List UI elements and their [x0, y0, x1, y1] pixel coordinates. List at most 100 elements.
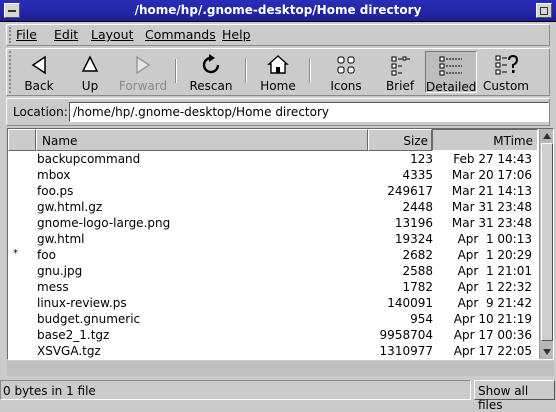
- detailed-view-icon: [439, 56, 462, 76]
- refresh-icon: [202, 54, 220, 74]
- table-row[interactable]: gnu.jpg 2588 Apr 1 21:01: [8, 264, 538, 280]
- file-name: base2_1.tgz: [37, 328, 110, 342]
- detailed-view-button[interactable]: Detailed: [425, 51, 477, 94]
- file-mtime: Mar 20 17:06: [451, 168, 532, 182]
- menu-edit[interactable]: Edit: [54, 27, 78, 42]
- file-size: 2682: [402, 248, 433, 262]
- file-size: 4335: [402, 168, 433, 182]
- file-size: 2448: [402, 200, 433, 214]
- file-name: gw.html.gz: [37, 200, 103, 214]
- file-name: gnu.jpg: [37, 264, 83, 278]
- table-row[interactable]: linux-review.ps 140091 Apr 9 21:42: [8, 296, 538, 312]
- table-row[interactable]: mess 1782 Apr 1 22:32: [8, 280, 538, 296]
- table-row[interactable]: foo.ps 249617 Mar 21 14:13: [8, 184, 538, 200]
- list-header: Name Size MTime: [8, 129, 538, 151]
- file-mtime: Apr 9 21:42: [457, 296, 532, 310]
- file-size: 13196: [394, 216, 433, 230]
- table-row[interactable]: * foo 2682 Apr 1 20:29: [8, 248, 538, 264]
- maximize-button[interactable]: [536, 3, 552, 18]
- custom-view-button[interactable]: Custom: [479, 51, 533, 93]
- column-header-name[interactable]: Name: [36, 129, 368, 151]
- file-name: linux-review.ps: [37, 296, 127, 310]
- menubar-grip-handle[interactable]: [9, 27, 15, 43]
- right-arrow-icon: [136, 55, 151, 75]
- file-name: budget.gnumeric: [37, 312, 141, 326]
- status-text: 0 bytes in 1 file: [0, 380, 471, 400]
- file-mtime: Apr 1 21:01: [457, 264, 532, 278]
- menu-help[interactable]: Help: [222, 27, 251, 42]
- toolbar-separator: [175, 59, 177, 83]
- home-icon: [267, 55, 289, 74]
- toolbar-separator: [309, 59, 311, 83]
- file-mtime: Apr 1 20:29: [457, 248, 532, 262]
- vertical-scrollbar[interactable]: [539, 129, 553, 359]
- file-manager-window: /home/hp/.gnome-desktop/Home directory F…: [0, 0, 556, 412]
- location-bar: Location:: [6, 98, 550, 126]
- file-size: 19324: [394, 232, 433, 246]
- toolbar-separator: [245, 59, 247, 83]
- column-header-mtime[interactable]: MTime: [432, 129, 538, 151]
- table-row[interactable]: mbox 4335 Mar 20 17:06: [8, 168, 538, 184]
- file-size: 9958704: [379, 328, 433, 342]
- file-mtime: Apr 10 21:19: [453, 312, 532, 326]
- up-button[interactable]: Up: [67, 51, 113, 93]
- file-size: 1310977: [379, 344, 433, 358]
- table-row[interactable]: backupcommand 123 Feb 27 14:43: [8, 152, 538, 168]
- table-row[interactable]: base2_1.tgz 9958704 Apr 17 00:36: [8, 328, 538, 344]
- forward-button[interactable]: Forward: [115, 51, 171, 93]
- rescan-button[interactable]: Rescan: [183, 51, 239, 93]
- file-name: backupcommand: [37, 152, 141, 166]
- brief-view-icon: [391, 56, 410, 76]
- file-name: XSVGA.tgz: [37, 344, 101, 358]
- file-mtime: Apr 1 00:13: [457, 232, 532, 246]
- file-list[interactable]: Name Size MTime backupcommand 123 Feb 27 1…: [7, 128, 554, 360]
- column-header-mark[interactable]: [8, 129, 36, 151]
- title-bar[interactable]: /home/hp/.gnome-desktop/Home directory: [0, 0, 556, 22]
- status-bar: 0 bytes in 1 file Show all files: [0, 379, 556, 412]
- file-mtime: Mar 21 14:13: [451, 184, 532, 198]
- scroll-down-arrow-icon[interactable]: [543, 349, 551, 355]
- column-header-size[interactable]: Size: [368, 129, 432, 151]
- brief-view-button[interactable]: Brief: [375, 51, 425, 93]
- scrollbar-thumb[interactable]: [541, 143, 553, 341]
- horizontal-scroll-area: [7, 361, 554, 376]
- file-mtime: Feb 27 14:43: [453, 152, 532, 166]
- show-all-files-button[interactable]: Show all files: [474, 380, 555, 412]
- file-mtime: Apr 17 00:36: [453, 328, 532, 342]
- left-arrow-icon: [31, 55, 46, 75]
- file-size: 1782: [402, 280, 433, 294]
- icons-view-icon: [337, 56, 355, 74]
- file-mtime: Apr 17 22:05: [453, 344, 532, 358]
- file-mtime: Apr 1 22:32: [457, 280, 532, 294]
- file-name: mbox: [37, 168, 71, 182]
- file-size: 954: [410, 312, 433, 326]
- icons-view-button[interactable]: Icons: [319, 51, 373, 93]
- row-mark: *: [13, 248, 18, 259]
- table-row[interactable]: XSVGA.tgz 1310977 Apr 17 22:05: [8, 344, 538, 359]
- menu-commands[interactable]: Commands: [145, 27, 216, 42]
- file-name: gw.html: [37, 232, 85, 246]
- file-name: mess: [37, 280, 69, 294]
- table-row[interactable]: budget.gnumeric 954 Apr 10 21:19: [8, 312, 538, 328]
- file-size: 2588: [402, 264, 433, 278]
- file-mtime: Mar 31 23:48: [451, 200, 532, 214]
- menu-file[interactable]: File: [16, 27, 37, 42]
- window-title: /home/hp/.gnome-desktop/Home directory: [134, 3, 422, 17]
- menu-bar: File Edit Layout Commands Help: [6, 24, 550, 46]
- location-input[interactable]: [69, 102, 549, 122]
- back-button[interactable]: Back: [15, 51, 63, 93]
- scroll-up-arrow-icon[interactable]: [543, 133, 551, 139]
- file-size: 140091: [387, 296, 433, 310]
- table-row[interactable]: gw.html 19324 Apr 1 00:13: [8, 232, 538, 248]
- list-rows: backupcommand 123 Feb 27 14:43 mbox 4335 Mar…: [8, 152, 538, 359]
- file-name: foo: [37, 248, 56, 262]
- file-size: 123: [410, 152, 433, 166]
- up-arrow-icon: [81, 55, 99, 72]
- home-button[interactable]: Home: [253, 51, 303, 93]
- menu-layout[interactable]: Layout: [91, 27, 134, 42]
- table-row[interactable]: gnome-logo-large.png 13196 Mar 31 23:48: [8, 216, 538, 232]
- location-label: Location:: [13, 105, 68, 119]
- file-mtime: Mar 31 23:48: [451, 216, 532, 230]
- toolbar: Back Up Forward Rescan Home Icons Brief …: [6, 48, 550, 96]
- table-row[interactable]: gw.html.gz 2448 Mar 31 23:48: [8, 200, 538, 216]
